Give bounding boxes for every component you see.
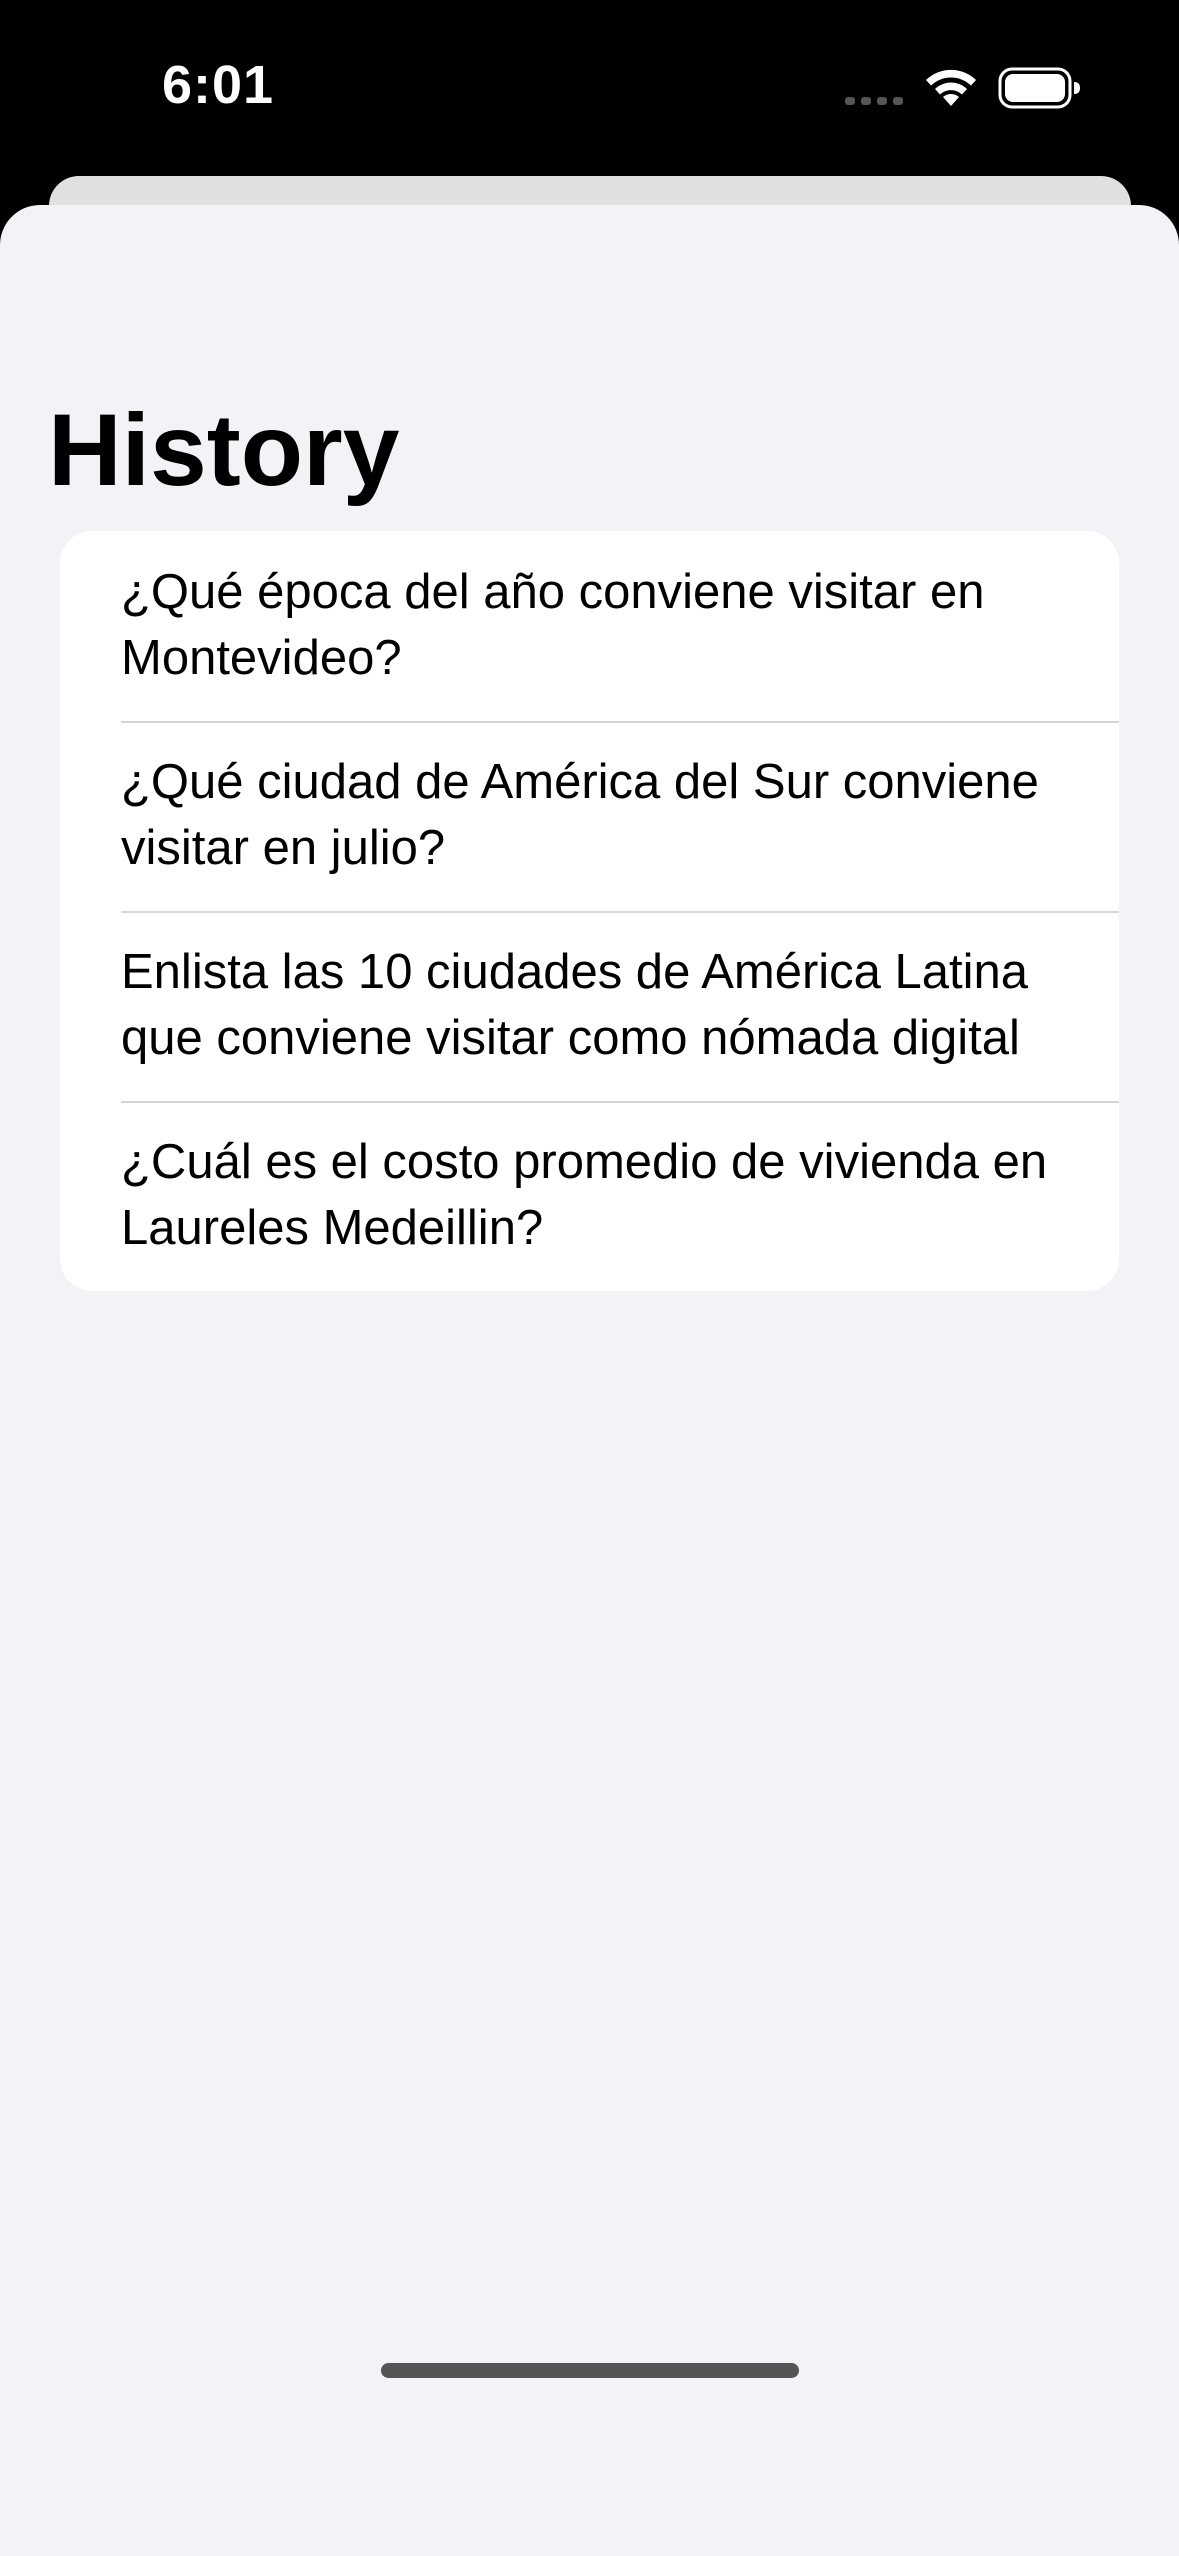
home-indicator[interactable] <box>381 2363 799 2378</box>
history-item[interactable]: ¿Qué ciudad de América del Sur conviene … <box>60 721 1119 911</box>
history-item[interactable]: Enlista las 10 ciudades de América Latin… <box>60 911 1119 1101</box>
history-list: ¿Qué época del año conviene visitar en M… <box>60 531 1119 1291</box>
cellular-signal-icon <box>845 97 903 105</box>
history-item[interactable]: ¿Cuál es el costo promedio de vivienda e… <box>60 1101 1119 1291</box>
history-sheet: History ¿Qué época del año conviene visi… <box>0 205 1179 2556</box>
status-bar: 6:01 <box>0 0 1179 178</box>
status-time: 6:01 <box>162 55 275 115</box>
history-item[interactable]: ¿Qué época del año conviene visitar en M… <box>60 531 1119 721</box>
wifi-icon <box>926 69 976 106</box>
page-title: History <box>48 393 400 507</box>
battery-icon <box>998 67 1080 109</box>
